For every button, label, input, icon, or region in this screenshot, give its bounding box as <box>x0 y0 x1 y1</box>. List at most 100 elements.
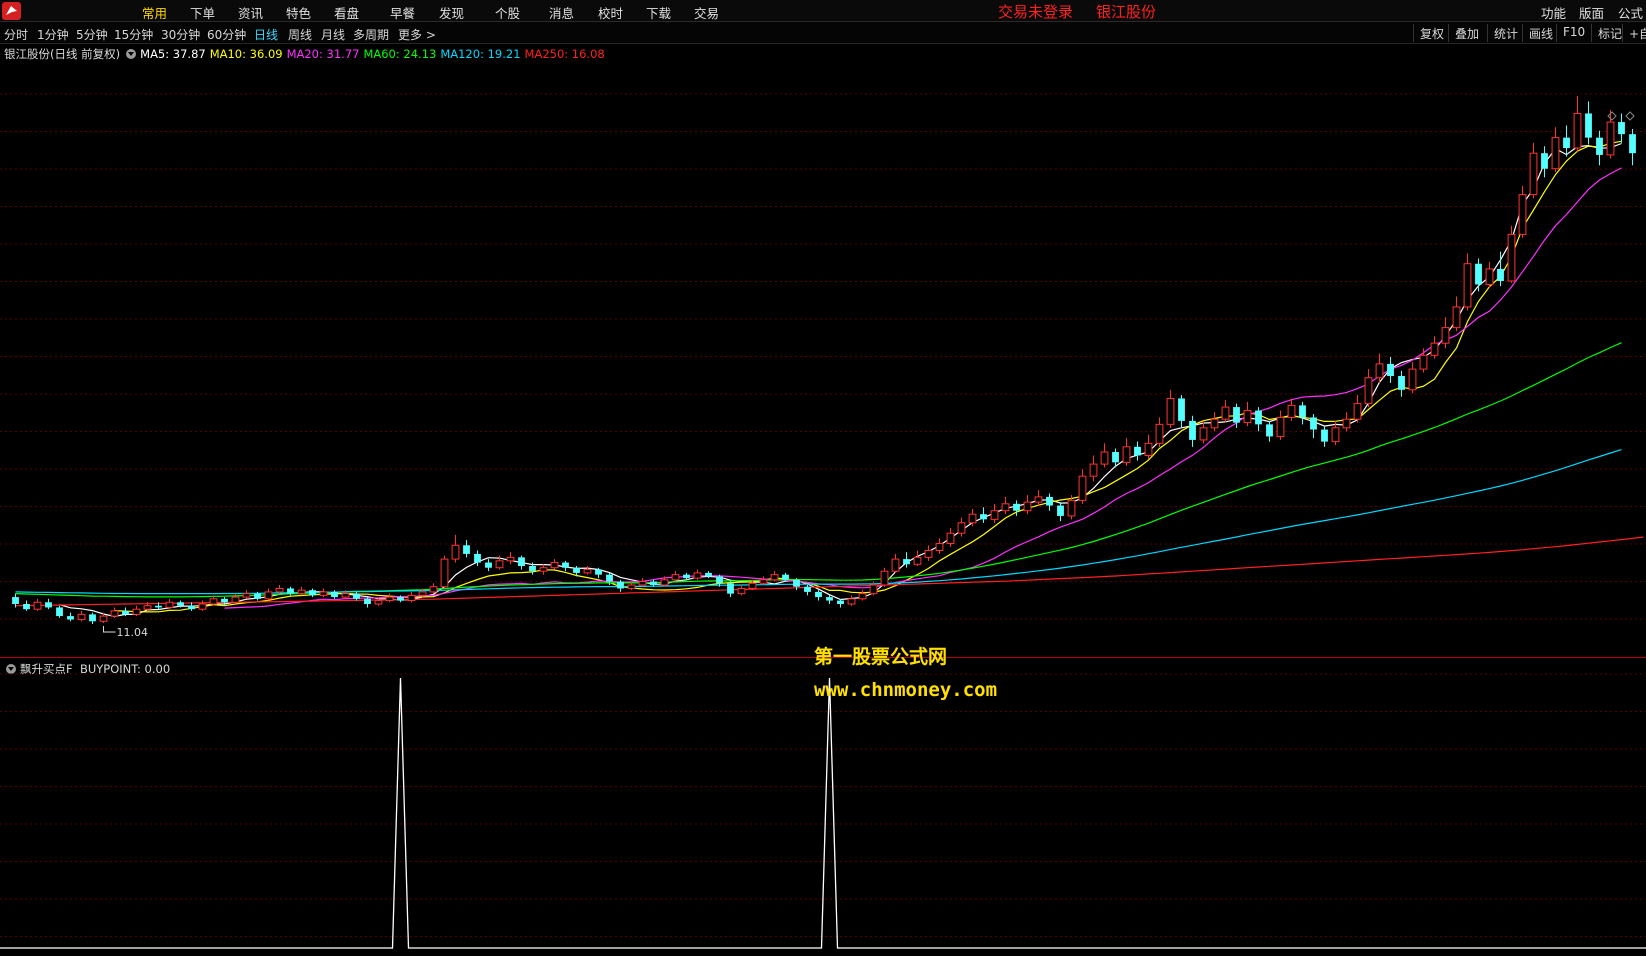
buypoint-line <box>0 677 1646 949</box>
period-2[interactable]: 5分钟 <box>76 26 108 43</box>
candle <box>319 588 328 598</box>
login-status[interactable]: 交易未登录 <box>998 1 1073 22</box>
period-10[interactable]: 更多 > <box>398 26 436 43</box>
candle <box>165 598 174 610</box>
candle <box>671 571 680 582</box>
menu-item-6[interactable]: 发现 <box>439 3 464 22</box>
candle <box>583 566 592 575</box>
candle <box>617 579 624 592</box>
candle <box>837 598 844 608</box>
candle <box>1387 357 1394 383</box>
candle <box>1596 130 1603 166</box>
candle <box>1134 441 1141 461</box>
candle <box>33 598 42 611</box>
candle <box>1243 401 1252 427</box>
settings-icon[interactable] <box>126 49 137 59</box>
menu-layout[interactable]: 版面 <box>1579 3 1604 22</box>
candle <box>1364 369 1373 408</box>
menu-item-3[interactable]: 特色 <box>286 3 311 22</box>
candle <box>1255 407 1262 432</box>
candle <box>231 593 240 604</box>
menu-formula[interactable]: 公式 <box>1618 3 1643 22</box>
menu-item-9[interactable]: 校时 <box>598 3 623 22</box>
ma-line-ma5 <box>59 142 1622 618</box>
candle <box>506 552 515 565</box>
candle <box>440 555 449 589</box>
top-menu-bar: 常用 下单 资讯 特色 看盘 早餐 发现 个股 消息 校时 下载 交易 交易未登录 银江股份 功能 版… <box>0 0 1646 22</box>
candle <box>110 607 119 618</box>
candle <box>67 612 74 622</box>
tool-4[interactable]: F10 <box>1556 24 1591 42</box>
candle <box>56 605 63 618</box>
tool-2[interactable]: 统计 <box>1487 24 1524 42</box>
candle <box>1299 401 1306 425</box>
menu-item-11[interactable]: 交易 <box>694 3 719 22</box>
period-7[interactable]: 周线 <box>288 26 312 43</box>
tool-3[interactable]: 画线 <box>1522 24 1559 42</box>
candle <box>1122 438 1131 466</box>
candle <box>23 600 30 611</box>
watermark-title: 第一股票公式网 <box>814 646 948 668</box>
menu-item-1[interactable]: 下单 <box>190 3 215 22</box>
candle <box>1485 262 1494 288</box>
candle <box>1189 415 1196 447</box>
tool-0[interactable]: 复权 <box>1413 24 1450 42</box>
candle <box>1430 336 1439 359</box>
candle <box>913 550 922 566</box>
candle <box>1551 127 1560 173</box>
menu-item-2[interactable]: 资讯 <box>238 3 263 22</box>
menu-item-7[interactable]: 个股 <box>495 3 520 22</box>
menu-item-10[interactable]: 下载 <box>646 3 671 22</box>
candle <box>539 564 548 575</box>
menu-function[interactable]: 功能 <box>1541 3 1566 22</box>
tool-6[interactable]: +自 <box>1622 24 1646 42</box>
candle <box>957 517 966 537</box>
buypoint-indicator-chart[interactable] <box>0 658 1646 956</box>
menu-item-4[interactable]: 看盘 <box>334 3 359 22</box>
candle <box>946 528 955 547</box>
period-0[interactable]: 分时 <box>4 26 28 43</box>
candle <box>1629 129 1636 166</box>
ma60-value: MA60: 24.13 <box>363 47 437 61</box>
candle <box>485 559 492 572</box>
candle <box>770 571 779 582</box>
period-9[interactable]: 多周期 <box>353 26 389 43</box>
menu-item-8[interactable]: 消息 <box>549 3 574 22</box>
menu-item-0[interactable]: 常用 <box>142 3 167 22</box>
candle <box>77 610 86 622</box>
period-5[interactable]: 60分钟 <box>207 26 246 43</box>
candle <box>1529 142 1538 199</box>
candle <box>1199 420 1208 444</box>
app-logo-icon[interactable] <box>2 2 21 20</box>
candle <box>1563 125 1570 157</box>
candle <box>1408 362 1417 394</box>
menu-item-5[interactable]: 早餐 <box>390 3 415 22</box>
candle <box>297 586 306 596</box>
candle <box>935 538 944 554</box>
candle <box>1144 434 1153 459</box>
tool-1[interactable]: 叠加 <box>1448 24 1485 42</box>
period-3[interactable]: 15分钟 <box>114 26 153 43</box>
candle <box>1606 110 1615 159</box>
candle <box>1001 496 1010 515</box>
candle <box>1057 502 1064 522</box>
candle <box>1155 417 1164 447</box>
candle <box>198 600 207 611</box>
period-1[interactable]: 1分钟 <box>37 26 69 43</box>
period-4[interactable]: 30分钟 <box>161 26 200 43</box>
candle <box>737 585 746 596</box>
ma-line-ma10 <box>114 140 1622 613</box>
candle <box>429 583 438 594</box>
candle <box>891 553 900 573</box>
period-6[interactable]: 日线 <box>254 26 278 43</box>
candle <box>1353 395 1362 423</box>
candle <box>45 598 52 610</box>
watermark-url: www.chnmoney.com <box>814 679 998 701</box>
period-toolbar: 分时 1分钟 5分钟 15分钟 30分钟 60分钟 日线 周线 月线 多周期 更多 > 复权 叠加 统计… <box>0 22 1646 44</box>
candle <box>1518 186 1527 238</box>
candlestick-chart[interactable]: 41.6211.0430.66 - 30.80 <box>0 62 1646 656</box>
annotation-arrow <box>103 626 116 633</box>
candle <box>727 581 734 598</box>
ma-legend: 银江股份(日线 前复权) MA5: 37.87 MA10: 36.09 MA20: 3… <box>4 46 609 62</box>
period-8[interactable]: 月线 <box>321 26 345 43</box>
